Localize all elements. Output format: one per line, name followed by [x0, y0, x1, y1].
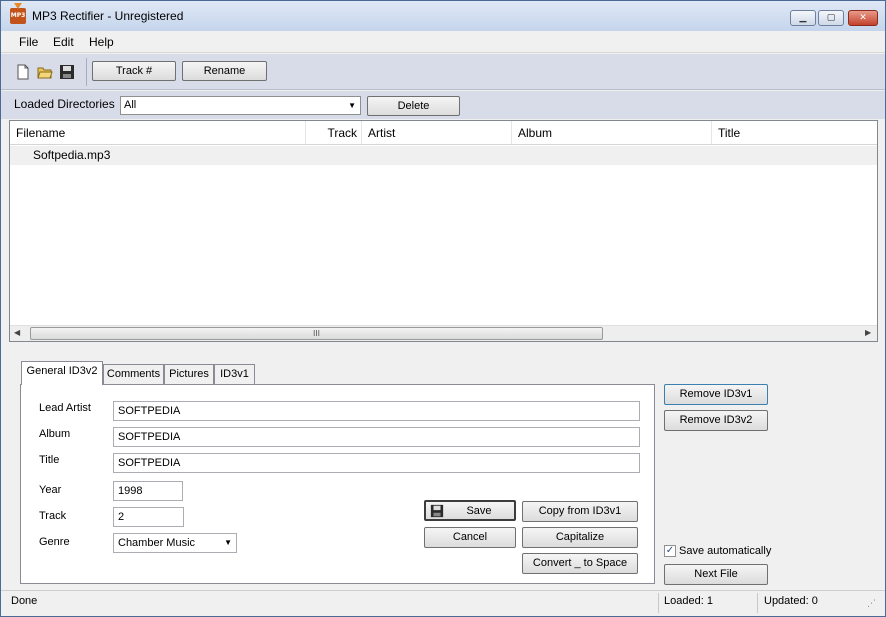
tab-general-id3v2[interactable]: General ID3v2 [21, 361, 103, 385]
directories-bar: Loaded Directories All ▼ Delete [1, 91, 885, 119]
minimize-button[interactable]: ▁ [790, 10, 816, 26]
track-label: Track [39, 510, 67, 522]
rename-button[interactable]: Rename [182, 61, 267, 81]
directories-select[interactable]: All ▼ [120, 96, 361, 115]
scrollbar-thumb[interactable]: III [30, 327, 603, 340]
scroll-left-icon[interactable]: ◀ [14, 328, 20, 337]
genre-select-value: Chamber Music [118, 537, 196, 549]
directories-select-value: All [124, 99, 137, 111]
lead-artist-field[interactable]: SOFTPEDIA [113, 401, 640, 421]
window-title: MP3 Rectifier - Unregistered [32, 9, 184, 23]
status-separator [658, 593, 659, 613]
status-updated: Updated: 0 [764, 595, 818, 607]
album-label: Album [39, 428, 71, 440]
loaded-directories-label: Loaded Directories [14, 97, 115, 111]
title-field[interactable]: SOFTPEDIA [113, 453, 640, 473]
open-folder-icon[interactable] [37, 64, 53, 80]
save-automatically-label: Save automatically [679, 545, 772, 557]
close-button[interactable]: ✕ [848, 10, 878, 26]
horizontal-scrollbar[interactable]: ◀ III ▶ [10, 325, 877, 341]
year-field[interactable]: 1998 [113, 481, 183, 501]
menu-bar: File Edit Help [1, 31, 885, 53]
save-button[interactable]: Save [424, 500, 516, 521]
tab-comments[interactable]: Comments [103, 364, 164, 384]
remove-id3v1-button[interactable]: Remove ID3v1 [664, 384, 768, 405]
chevron-down-icon: ▼ [224, 538, 232, 547]
cancel-button[interactable]: Cancel [424, 527, 516, 548]
column-header-title[interactable]: Title [712, 121, 877, 145]
toolbar: Track # Rename [1, 54, 885, 90]
column-header-filename[interactable]: Filename [10, 121, 306, 145]
save-automatically-checkbox[interactable]: ✓ [664, 545, 676, 557]
save-icon[interactable] [59, 64, 75, 80]
title-bar[interactable]: MP3 MP3 Rectifier - Unregistered ▁ ▢ ✕ [1, 1, 885, 31]
save-button-label: Save [466, 505, 492, 517]
column-header-album[interactable]: Album [512, 121, 712, 145]
chevron-down-icon: ▼ [348, 101, 356, 110]
tab-pictures[interactable]: Pictures [164, 364, 214, 384]
year-label: Year [39, 484, 62, 496]
row-filename: Softpedia.mp3 [33, 148, 111, 162]
album-field[interactable]: SOFTPEDIA [113, 427, 640, 447]
column-header-artist[interactable]: Artist [362, 121, 512, 145]
resize-grip-icon[interactable]: ⋰ [867, 599, 876, 609]
file-list[interactable]: Filename Track Artist Album Title Softpe… [9, 120, 878, 342]
menu-help[interactable]: Help [89, 35, 114, 49]
status-bar: Done Loaded: 1 Updated: 0 ⋰ [1, 590, 885, 616]
scroll-grip: III [312, 329, 321, 338]
new-file-icon[interactable] [15, 64, 31, 80]
scroll-right-icon[interactable]: ▶ [865, 328, 871, 337]
title-label: Title [39, 454, 60, 466]
genre-label: Genre [39, 536, 70, 548]
toolbar-separator [86, 58, 87, 86]
lead-artist-label: Lead Artist [39, 402, 91, 414]
capitalize-button[interactable]: Capitalize [522, 527, 638, 548]
track-field[interactable]: 2 [113, 507, 184, 527]
status-text: Done [11, 595, 38, 607]
maximize-button[interactable]: ▢ [818, 10, 844, 26]
remove-id3v2-button[interactable]: Remove ID3v2 [664, 410, 768, 431]
app-icon: MP3 [10, 3, 26, 24]
menu-file[interactable]: File [19, 35, 38, 49]
copy-from-id3v1-button[interactable]: Copy from ID3v1 [522, 501, 638, 522]
track-number-button[interactable]: Track # [92, 61, 176, 81]
table-row[interactable]: Softpedia.mp3 [10, 146, 877, 165]
save-icon [430, 504, 444, 524]
status-separator [757, 593, 758, 613]
genre-select[interactable]: Chamber Music ▼ [113, 533, 237, 553]
next-file-button[interactable]: Next File [664, 564, 768, 585]
column-header-track[interactable]: Track [306, 121, 362, 145]
status-loaded: Loaded: 1 [664, 595, 713, 607]
app-window: MP3 MP3 Rectifier - Unregistered ▁ ▢ ✕ F… [0, 0, 886, 617]
delete-button[interactable]: Delete [367, 96, 460, 116]
tab-id3v1[interactable]: ID3v1 [214, 364, 255, 384]
convert-underscore-button[interactable]: Convert _ to Space [522, 553, 638, 574]
menu-edit[interactable]: Edit [53, 35, 74, 49]
